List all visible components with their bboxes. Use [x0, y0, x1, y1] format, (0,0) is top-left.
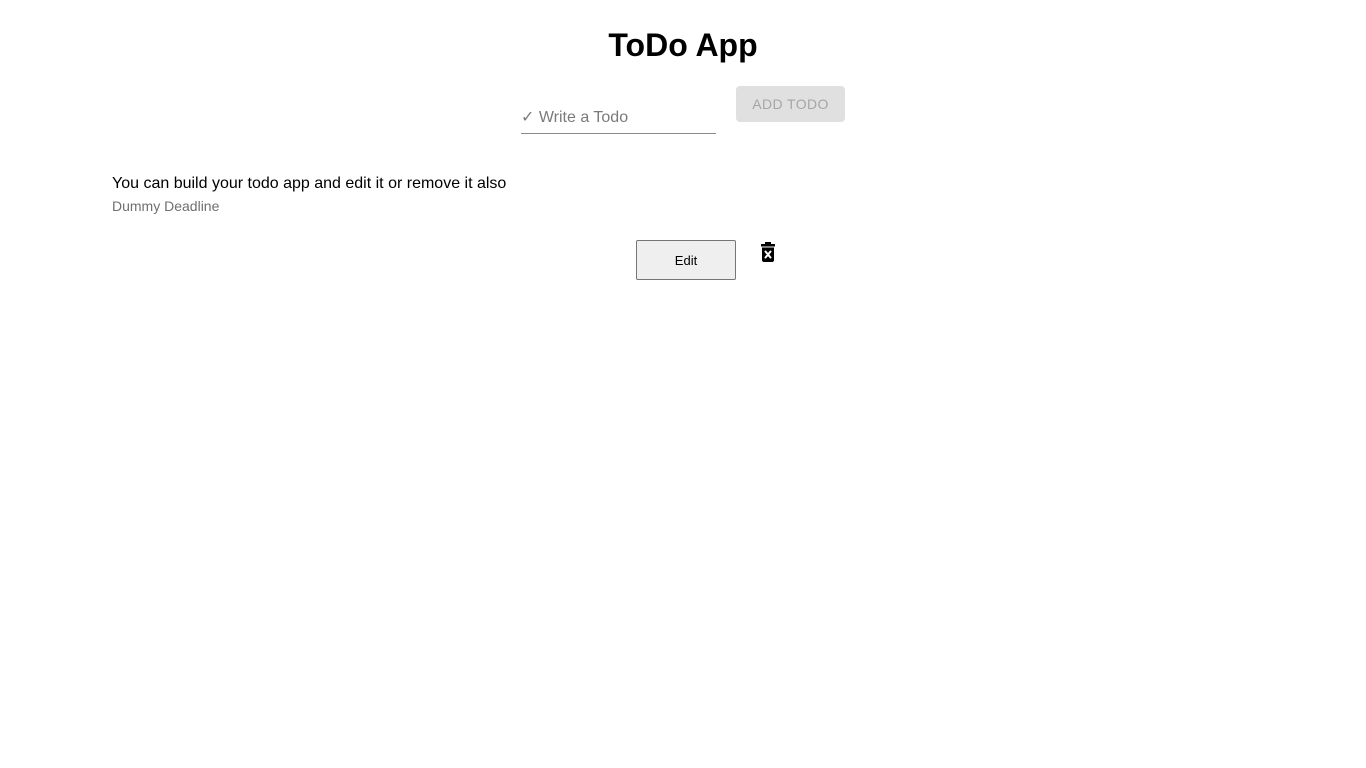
page-title: ToDo App — [608, 27, 758, 63]
todo-input[interactable] — [521, 104, 716, 132]
todo-input-wrapper — [521, 104, 716, 134]
trash-x-icon — [761, 242, 775, 262]
todo-deadline: Dummy Deadline — [112, 198, 220, 214]
todo-text: You can build your todo app and edit it … — [112, 175, 507, 192]
page: ToDo App ADD TODO You can build your tod… — [0, 0, 1366, 768]
add-todo-button[interactable]: ADD TODO — [736, 86, 845, 122]
delete-button[interactable] — [760, 242, 776, 262]
edit-button[interactable]: Edit — [636, 240, 736, 280]
